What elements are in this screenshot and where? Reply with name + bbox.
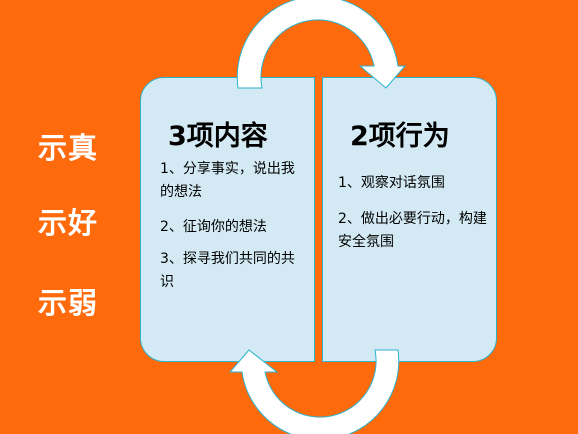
content-item-1: 1、分享事实，说出我的想法 [160,161,295,200]
behavior-item-1: 1、观察对话氛围 [338,175,445,191]
slide: 示真 示好 示弱 3项内容 1、分享事实，说出我的想法 2、征询你的想法 3、探… [0,0,578,434]
top-arc-arrow-icon [236,0,407,89]
bottom-arc-arrow-icon [228,349,400,434]
behavior-title: 2项行为 [350,121,450,152]
content-item-2: 2、征询你的想法 [160,219,267,235]
content-title: 3项内容 [168,121,268,152]
behavior-item-2: 2、做出必要行动，构建安全氛围 [338,211,487,250]
content-item-3: 3、探寻我们共同的共识 [160,251,295,290]
